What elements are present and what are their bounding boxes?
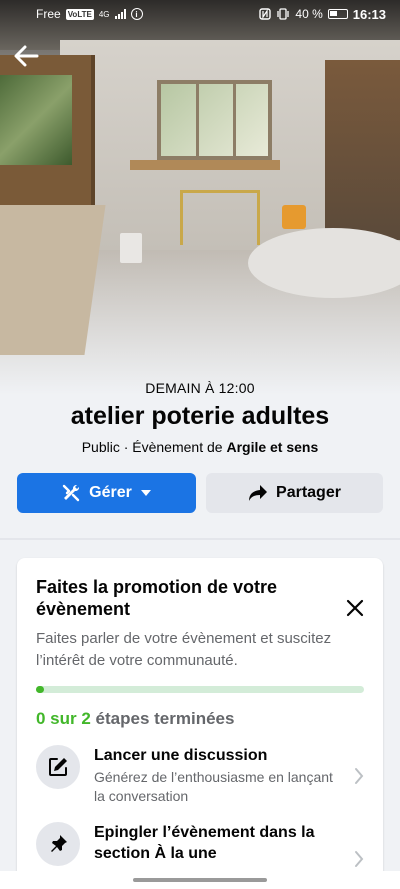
cover-stool	[180, 190, 260, 245]
cover-window	[157, 80, 272, 160]
steps-count: 0 sur 2 étapes terminées	[36, 709, 364, 729]
event-organizer-link[interactable]: Argile et sens	[226, 439, 318, 455]
event-date: DEMAIN À 12:00	[145, 380, 255, 396]
share-arrow-icon	[249, 485, 268, 501]
tools-icon	[62, 484, 80, 502]
step-icon-wrap	[36, 822, 80, 866]
divider	[0, 538, 400, 540]
event-header: DEMAIN À 12:00 atelier poterie adultes P…	[0, 380, 400, 455]
compose-icon	[49, 758, 67, 776]
share-label: Partager	[276, 484, 341, 501]
clock: 16:13	[352, 6, 386, 22]
promotion-card: Faites la promotion de votre évènement F…	[17, 558, 383, 889]
battery-percent: 40 %	[295, 7, 323, 21]
cover-right-wall	[325, 60, 400, 240]
caret-down-icon	[140, 490, 151, 496]
battery-icon	[327, 9, 348, 19]
cover-door-window	[0, 75, 72, 165]
step-title: Lancer une discussion	[94, 747, 268, 764]
cover-bucket	[120, 233, 142, 263]
manage-button[interactable]: Gérer	[17, 473, 196, 513]
step-title: Epingler l’évènement dans la section À l…	[94, 824, 315, 862]
carrier-label: Free	[36, 7, 61, 21]
step-text: Lancer une discussion Générez de l’entho…	[94, 745, 344, 806]
promotion-title: Faites la promotion de votre évènement	[36, 577, 278, 619]
cover-shelf	[130, 160, 280, 170]
signal-icon	[114, 9, 126, 19]
chevron-right-icon	[355, 768, 364, 784]
step-pin-event[interactable]: Epingler l’évènement dans la section À l…	[36, 822, 364, 867]
nfc-icon	[259, 8, 272, 20]
close-button[interactable]	[345, 598, 367, 620]
event-title: atelier poterie adultes	[70, 402, 330, 430]
event-actions: Gérer Partager	[17, 473, 383, 513]
status-bar: Free VoLTE 4G i 40 % 16:13	[0, 0, 400, 28]
step-start-discussion[interactable]: Lancer une discussion Générez de l’entho…	[36, 745, 364, 806]
event-cover-photo[interactable]	[0, 0, 400, 395]
share-button[interactable]: Partager	[206, 473, 383, 513]
steps-label: étapes terminées	[90, 709, 235, 728]
steps-progress-bar	[36, 686, 364, 693]
promotion-description: Faites parler de votre évènement et susc…	[36, 630, 332, 669]
steps-done: 0 sur 2	[36, 709, 91, 728]
home-gesture-handle[interactable]	[133, 878, 267, 882]
network-label: 4G	[98, 9, 110, 19]
cover-orange-bucket	[282, 205, 306, 229]
event-privacy: Public · Évènement de	[81, 439, 227, 455]
back-button[interactable]	[8, 38, 44, 74]
vibrate-icon	[277, 8, 290, 20]
step-description: Générez de l’enthousiasme en lançant la …	[94, 769, 333, 804]
manage-label: Gérer	[89, 484, 132, 501]
info-icon: i	[130, 8, 143, 20]
close-icon	[346, 599, 364, 617]
pin-icon	[51, 835, 67, 852]
volte-icon: VoLTE	[65, 8, 94, 20]
event-meta: Public · Évènement de Argile et sens	[0, 439, 400, 455]
arrow-left-icon	[14, 45, 39, 67]
step-text: Epingler l’évènement dans la section À l…	[94, 822, 344, 864]
step-icon-wrap	[36, 745, 80, 789]
chevron-right-icon	[355, 851, 364, 867]
steps-progress-fill	[36, 686, 45, 693]
